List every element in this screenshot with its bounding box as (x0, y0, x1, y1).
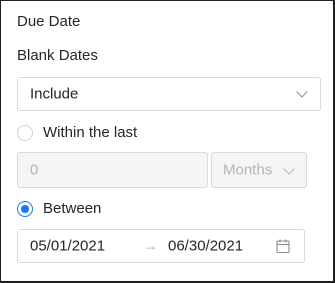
within-last-unit-select[interactable]: Months (211, 152, 307, 188)
blank-dates-select[interactable]: Include (17, 77, 321, 111)
calendar-icon[interactable] (276, 239, 290, 254)
arrow-right-icon: → (143, 237, 158, 255)
filter-panel: Due Date Blank Dates Include Within the … (0, 0, 335, 283)
blank-dates-select-value: Include (30, 85, 79, 103)
between-radio[interactable] (17, 201, 33, 217)
within-last-amount-input[interactable]: 0 (17, 152, 208, 188)
chevron-down-icon (283, 163, 295, 175)
between-label: Between (43, 200, 102, 217)
within-last-unit-value: Months (223, 161, 273, 179)
date-range-picker[interactable]: 05/01/2021 → 06/30/2021 (17, 229, 305, 263)
chevron-down-icon (296, 86, 308, 98)
within-last-radio[interactable] (17, 125, 33, 141)
due-date-title: Due Date (17, 13, 81, 30)
within-last-amount-value: 0 (30, 161, 39, 179)
within-last-label: Within the last (43, 124, 138, 141)
blank-dates-label: Blank Dates (17, 47, 98, 64)
start-date-input[interactable]: 05/01/2021 (30, 238, 105, 255)
end-date-input[interactable]: 06/30/2021 (168, 238, 243, 255)
